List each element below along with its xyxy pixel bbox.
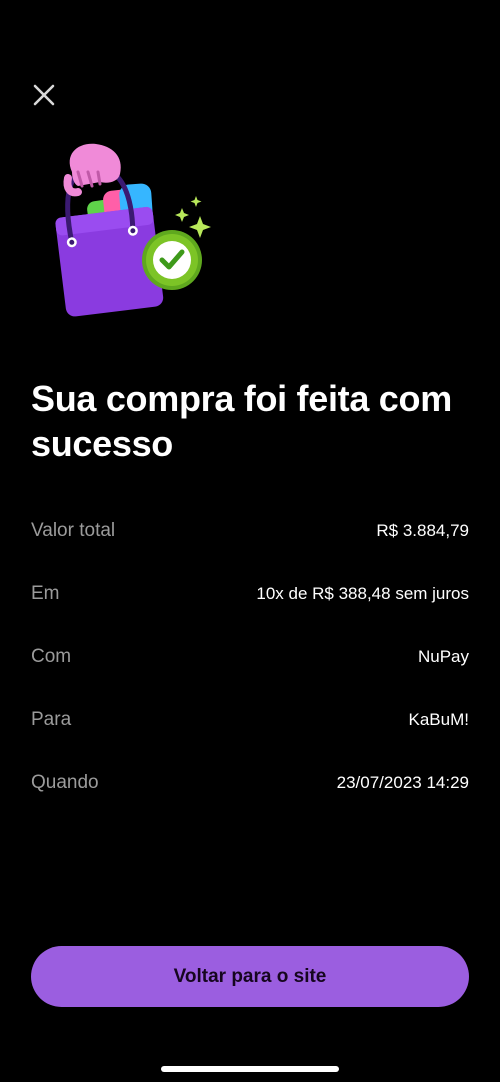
back-to-site-label: Voltar para o site [173,965,327,987]
detail-value: 10x de R$ 388,48 sem juros [256,584,469,603]
purchase-details: Valor total R$ 3.884,79 Em 10x de R$ 388… [31,508,469,823]
detail-row-date: Quando 23/07/2023 14:29 [31,760,469,823]
detail-row-merchant: Para KaBuM! [31,697,469,760]
back-to-site-button[interactable]: Voltar para o site [31,946,469,1007]
detail-value: 23/07/2023 14:29 [336,773,469,792]
checkmark-icon [142,230,202,290]
home-indicator [161,1066,339,1072]
page-title: Sua compra foi feita com sucesso [31,378,452,464]
close-button[interactable] [26,79,62,115]
detail-row-total: Valor total R$ 3.884,79 [31,508,469,571]
detail-label: Valor total [31,520,116,541]
detail-label: Quando [31,772,99,793]
detail-value: R$ 3.884,79 [376,521,469,540]
detail-label: Para [31,709,72,730]
close-icon [32,83,56,112]
detail-value: KaBuM! [408,710,469,729]
shopping-bag-success-icon [48,138,218,323]
detail-row-payment-method: Com NuPay [31,634,469,697]
detail-label: Com [31,646,72,667]
detail-row-installments: Em 10x de R$ 388,48 sem juros [31,571,469,634]
detail-label: Em [31,583,60,604]
detail-value: NuPay [417,647,469,666]
